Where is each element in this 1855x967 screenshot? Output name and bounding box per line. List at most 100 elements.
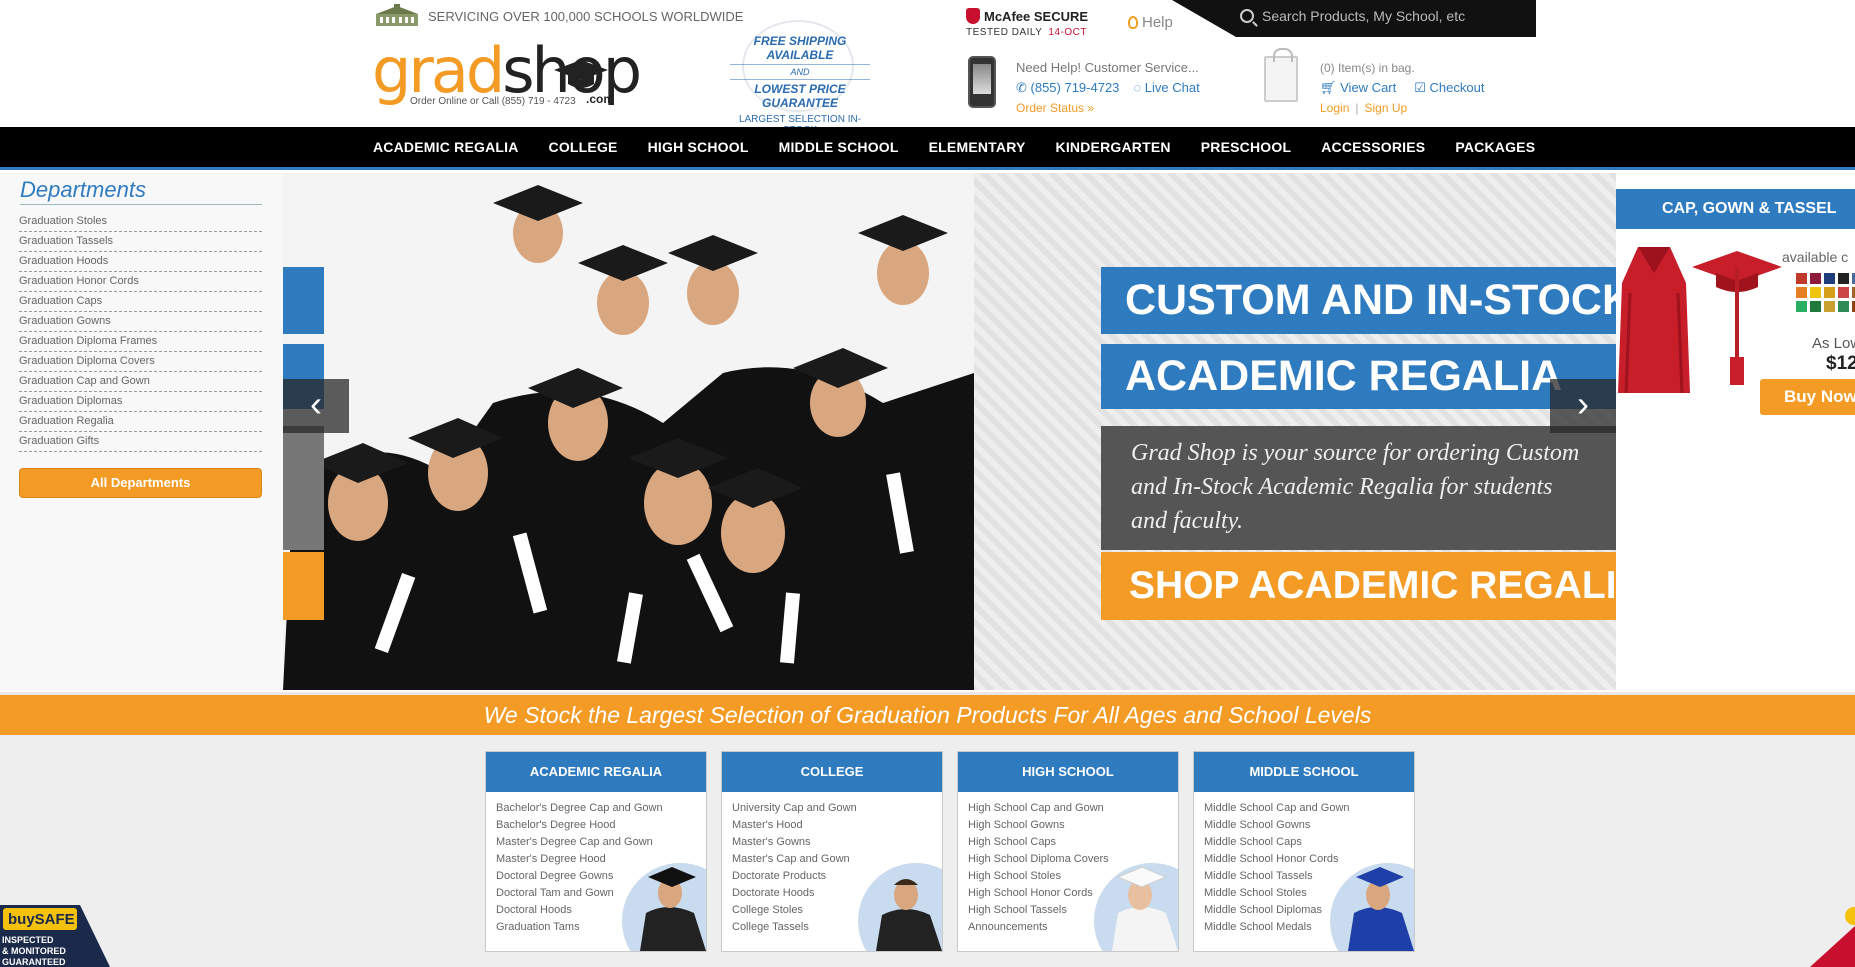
nav-college[interactable]: COLLEGE — [549, 139, 618, 155]
red-cap-tassel-image — [1692, 251, 1782, 385]
category-link[interactable]: University Cap and Gown — [732, 800, 942, 817]
live-chat-link[interactable]: ◌ Live Chat — [1133, 78, 1199, 98]
color-swatches — [1796, 273, 1855, 312]
category-link[interactable]: Bachelor's Degree Cap and Gown — [496, 800, 706, 817]
nav-academic-regalia[interactable]: ACADEMIC REGALIA — [373, 139, 519, 155]
search-icon[interactable] — [1240, 9, 1254, 23]
category-link[interactable]: Master's Hood — [732, 817, 942, 834]
login-link[interactable]: Login — [1320, 101, 1349, 115]
school-building-icon — [374, 4, 420, 28]
dept-link[interactable]: Graduation Hoods — [19, 252, 262, 272]
category-card-college: COLLEGE University Cap and Gown Master's… — [721, 751, 943, 952]
promo-and: AND — [790, 67, 810, 77]
category-card-high-school: HIGH SCHOOL High School Cap and Gown Hig… — [957, 751, 1179, 952]
hero-banner-custom: CUSTOM AND IN-STOCK — [1101, 267, 1616, 334]
dept-link[interactable]: Graduation Caps — [19, 292, 262, 312]
nav-accessories[interactable]: ACCESSORIES — [1321, 139, 1425, 155]
dept-link[interactable]: Graduation Gowns — [19, 312, 262, 332]
cap-gown-tassel-ad[interactable]: CAP, GOWN & TASSEL available c As Low $1… — [1616, 173, 1855, 435]
corner-seal-badge[interactable] — [1810, 906, 1855, 967]
dept-link[interactable]: Graduation Cap and Gown — [19, 372, 262, 392]
category-section: ACADEMIC REGALIA Bachelor's Degree Cap a… — [0, 735, 1855, 967]
category-link[interactable]: Bachelor's Degree Hood — [496, 817, 706, 834]
dept-link[interactable]: Graduation Diploma Frames — [19, 332, 262, 352]
phone-link[interactable]: ✆ (855) 719-4723 — [1016, 78, 1119, 98]
service-text: SERVICING OVER 100,000 SCHOOLS WORLDWIDE — [428, 8, 744, 24]
graduates-photo — [283, 173, 974, 690]
doctoral-graduate-image — [622, 863, 706, 951]
hero-slider: ‹ CUSTOM AND IN-STOCK ACADEMIC REGALIA G… — [283, 173, 1616, 690]
slide-tab-blue — [283, 267, 324, 334]
customer-service: Need Help! Customer Service... ✆ (855) 7… — [1016, 58, 1200, 118]
customer-service-title: Need Help! Customer Service... — [1016, 60, 1199, 75]
main-navigation: ACADEMIC REGALIA COLLEGE HIGH SCHOOL MID… — [0, 127, 1855, 170]
category-link[interactable]: High School Caps — [968, 834, 1178, 851]
buy-now-button[interactable]: Buy Now — [1760, 379, 1855, 415]
slide-tab-orange — [283, 552, 324, 620]
dept-link[interactable]: Graduation Honor Cords — [19, 272, 262, 292]
gradshop-logo[interactable]: gradshop Order Online or Call (855) 719 … — [372, 36, 642, 112]
view-cart-link[interactable]: 🛒︎ View Cart — [1320, 78, 1396, 98]
nav-preschool[interactable]: PRESCHOOL — [1201, 139, 1291, 155]
service-banner: SERVICING OVER 100,000 SCHOOLS WORLDWIDE — [374, 4, 743, 28]
category-link[interactable]: Master's Gowns — [732, 834, 942, 851]
dept-link[interactable]: Graduation Diploma Covers — [19, 352, 262, 372]
category-link[interactable]: High School Gowns — [968, 817, 1178, 834]
category-card-academic-regalia: ACADEMIC REGALIA Bachelor's Degree Cap a… — [485, 751, 707, 952]
mcafee-secure-badge[interactable]: McAfee SECURE TESTED DAILY 14-OCT — [966, 8, 1088, 38]
signup-link[interactable]: Sign Up — [1365, 101, 1408, 115]
nav-kindergarten[interactable]: KINDERGARTEN — [1056, 139, 1171, 155]
selection-banner-text: We Stock the Largest Selection of Gradua… — [483, 702, 1372, 728]
category-link[interactable]: Middle School Cap and Gown — [1204, 800, 1414, 817]
category-title[interactable]: COLLEGE — [722, 752, 942, 792]
departments-sidebar: Departments Graduation Stoles Graduation… — [0, 173, 283, 690]
dept-link[interactable]: Graduation Stoles — [19, 212, 262, 232]
slider-next-button[interactable]: › — [1550, 379, 1616, 433]
buysafe-logo: buySAFE — [8, 911, 75, 928]
shop-academic-regalia-button[interactable]: SHOP ACADEMIC REGALIA — [1101, 552, 1616, 620]
dept-link[interactable]: Graduation Diplomas — [19, 392, 262, 412]
search-input[interactable] — [1262, 5, 1472, 27]
nav-middle-school[interactable]: MIDDLE SCHOOL — [779, 139, 899, 155]
ad-as-low: As Low — [1812, 335, 1855, 352]
category-link[interactable]: High School Cap and Gown — [968, 800, 1178, 817]
promo-price-guarantee: LOWEST PRICE GUARANTEE — [754, 82, 846, 110]
logo-tagline: Order Online or Call (855) 719 - 4723 — [410, 96, 576, 107]
nav-elementary[interactable]: ELEMENTARY — [929, 139, 1026, 155]
logo-suffix: .com — [586, 92, 615, 106]
category-link[interactable]: Middle School Gowns — [1204, 817, 1414, 834]
buysafe-guaranteed: GUARANTEED — [2, 957, 66, 967]
dept-link[interactable]: Graduation Tassels — [19, 232, 262, 252]
buysafe-monitored: & MONITORED — [2, 946, 66, 956]
mcafee-shield-icon — [966, 8, 980, 24]
nav-high-school[interactable]: HIGH SCHOOL — [648, 139, 749, 155]
selection-banner: We Stock the Largest Selection of Gradua… — [0, 692, 1855, 735]
category-title[interactable]: HIGH SCHOOL — [958, 752, 1178, 792]
category-card-middle-school: MIDDLE SCHOOL Middle School Cap and Gown… — [1193, 751, 1415, 952]
college-graduate-image — [858, 863, 942, 951]
category-title[interactable]: ACADEMIC REGALIA — [486, 752, 706, 792]
graduation-cap-icon — [554, 60, 608, 88]
all-departments-button[interactable]: All Departments — [19, 468, 262, 498]
checkout-link[interactable]: ☑ Checkout — [1414, 78, 1484, 98]
help-link[interactable]: Help — [1128, 14, 1173, 31]
category-link[interactable]: Master's Degree Cap and Gown — [496, 834, 706, 851]
slide-tab-gray — [283, 426, 324, 550]
ad-available-colors: available c — [1782, 249, 1849, 265]
departments-list: Graduation Stoles Graduation Tassels Gra… — [19, 212, 262, 452]
buysafe-badge[interactable]: buySAFE INSPECTED & MONITORED GUARANTEED — [0, 905, 110, 967]
lightbulb-icon — [1128, 16, 1138, 29]
cart-summary: (0) Item(s) in bag. 🛒︎ View Cart ☑ Check… — [1320, 58, 1484, 118]
shopping-bag-icon[interactable] — [1264, 48, 1298, 102]
high-school-graduate-image — [1094, 863, 1178, 951]
ad-title: CAP, GOWN & TASSEL — [1616, 189, 1855, 229]
dept-link[interactable]: Graduation Regalia — [19, 412, 262, 432]
slider-prev-button[interactable]: ‹ — [283, 379, 349, 433]
nav-packages[interactable]: PACKAGES — [1455, 139, 1535, 155]
cart-item-count: (0) Item(s) in bag. — [1320, 61, 1415, 75]
phone-icon — [968, 56, 996, 108]
order-status-link[interactable]: Order Status » — [1016, 98, 1200, 118]
category-link[interactable]: Middle School Caps — [1204, 834, 1414, 851]
category-title[interactable]: MIDDLE SCHOOL — [1194, 752, 1414, 792]
dept-link[interactable]: Graduation Gifts — [19, 432, 262, 452]
